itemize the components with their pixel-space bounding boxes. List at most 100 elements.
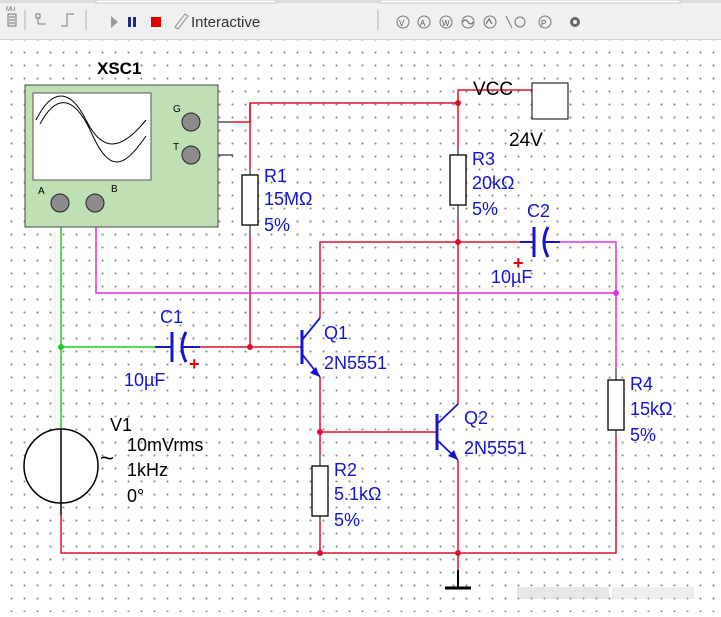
wire-c2-r4[interactable] — [560, 241, 617, 369]
run-button[interactable] — [111, 16, 118, 28]
junction-dot — [455, 100, 461, 106]
analysis-icon-w[interactable]: W — [439, 15, 453, 29]
junction-dot — [455, 550, 461, 556]
vcc-label: VCC — [473, 79, 513, 100]
resistor-r3[interactable]: R3 20kΩ 5% — [449, 148, 514, 220]
capacitor-c1[interactable]: C1 + 10µF — [124, 307, 200, 390]
transistor-q2[interactable]: Q2 2N5551 — [435, 403, 527, 461]
v1-frequency: 1kHz — [127, 460, 168, 480]
v1-phase: 0° — [127, 486, 144, 506]
multisim-window: MU Interactive V A W P XSC1 G T A B VCC … — [0, 0, 721, 612]
r3-body — [449, 154, 467, 206]
c2-value: 10µF — [491, 267, 532, 287]
q1-collector-lead — [301, 317, 321, 341]
toolbar: MU Interactive V A W P — [0, 0, 721, 40]
scope-channel-b-label: B — [111, 184, 118, 195]
resistor-r1[interactable]: R1 15MΩ 5% — [241, 166, 312, 236]
ac-source-v1[interactable]: ~ V1 10mVrms 1kHz 0° — [23, 415, 203, 515]
r2-body — [311, 465, 329, 517]
scope-channel-a-label: A — [38, 186, 45, 197]
component-tag-icon[interactable]: MU — [6, 7, 17, 27]
wand-icon — [174, 13, 189, 30]
analysis-icon-p[interactable]: P — [538, 15, 552, 29]
scope-ground-terminal[interactable] — [181, 112, 201, 132]
scope-channel-a-terminal[interactable] — [50, 193, 70, 213]
r4-value: 15kΩ — [630, 399, 672, 419]
transistor-q1[interactable]: Q1 2N5551 — [300, 317, 387, 378]
scope-ground-label: G — [173, 104, 181, 115]
wire-q1-collector[interactable] — [319, 241, 458, 318]
r1-name: R1 — [264, 166, 287, 186]
interactive-mode-button[interactable]: Interactive — [174, 13, 260, 31]
oscilloscope-screen — [32, 92, 152, 181]
r2-name: R2 — [334, 460, 357, 480]
r1-value: 15MΩ — [264, 189, 312, 209]
scope-trigger-terminal[interactable] — [181, 145, 201, 165]
r3-name: R3 — [472, 149, 495, 169]
analysis-icon-a[interactable]: A — [417, 15, 431, 29]
watermark — [517, 587, 694, 599]
r3-value: 20kΩ — [472, 173, 514, 193]
toolbar-tab-strip — [95, 0, 277, 4]
q1-name: Q1 — [324, 323, 348, 343]
analysis-icon-v[interactable]: V — [396, 15, 410, 29]
resistor-r4[interactable]: R4 15kΩ 5% — [607, 369, 672, 445]
junction-dot — [247, 344, 253, 350]
vcc-value: 24V — [509, 130, 543, 151]
pause-button[interactable] — [128, 17, 136, 27]
svg-text:W: W — [442, 19, 450, 28]
v1-sine-glyph: ~ — [100, 445, 114, 472]
c2-name: C2 — [527, 201, 550, 221]
oscilloscope-name: XSC1 — [97, 59, 141, 78]
junction-dot — [455, 239, 461, 245]
svg-text:P: P — [541, 19, 546, 28]
ground-symbol[interactable] — [445, 570, 471, 590]
capacitor-c2[interactable]: C2 + 10µF — [491, 201, 560, 287]
c1-value: 10µF — [124, 370, 165, 390]
svg-text:V: V — [399, 19, 405, 28]
analysis-icon-wave[interactable] — [461, 15, 475, 29]
r4-name: R4 — [630, 374, 653, 394]
r3-tolerance: 5% — [472, 199, 498, 219]
q1-model: 2N5551 — [324, 353, 387, 373]
scope-trigger-label: T — [173, 142, 179, 153]
r2-tolerance: 5% — [334, 510, 360, 530]
r1-tolerance: 5% — [264, 215, 290, 235]
r2-value: 5.1kΩ — [334, 484, 381, 504]
small-tag-text: MU — [6, 7, 15, 13]
vcc-symbol — [531, 82, 569, 120]
schematic: XSC1 G T A B VCC 24V R1 15MΩ 5% R3 20kΩ … — [23, 59, 694, 599]
junction-dot — [317, 550, 323, 556]
q2-collector-lead — [436, 403, 459, 425]
r4-body — [607, 379, 625, 431]
r1-body — [241, 174, 259, 226]
schematic-canvas[interactable]: XSC1 G T A B VCC 24V R1 15MΩ 5% R3 20kΩ … — [0, 40, 721, 612]
toolbar-tab-strip-2 — [379, 0, 681, 4]
instrument-icons: V A W P — [396, 15, 580, 29]
q2-model: 2N5551 — [464, 438, 527, 458]
probe-icon[interactable] — [35, 13, 46, 25]
svg-text:A: A — [420, 19, 426, 28]
mode-label: Interactive — [191, 14, 260, 31]
c1-name: C1 — [160, 307, 183, 327]
r4-tolerance: 5% — [630, 425, 656, 445]
junction-dot — [58, 344, 64, 350]
analysis-icon-scope[interactable] — [483, 15, 497, 29]
stop-icon — [151, 17, 161, 27]
toolbar-graphics: MU Interactive V A W P — [0, 0, 721, 31]
q1-emitter-arrow — [310, 367, 320, 377]
q2-name: Q2 — [464, 408, 488, 428]
scope-channel-b-terminal[interactable] — [85, 193, 105, 213]
v1-name: V1 — [110, 415, 132, 435]
step-icon[interactable] — [61, 13, 74, 27]
analysis-icon-tilt[interactable] — [505, 15, 526, 29]
junction-dot — [317, 429, 323, 435]
gear-icon[interactable] — [570, 17, 580, 27]
junction-dot — [613, 290, 619, 296]
resistor-r2[interactable]: R2 5.1kΩ 5% — [311, 455, 381, 530]
pause-icon — [128, 17, 131, 27]
stop-button[interactable] — [151, 17, 161, 27]
oscilloscope-xsc1[interactable]: XSC1 G T A B — [24, 59, 219, 228]
c1-polarity: + — [189, 354, 200, 374]
run-play-icon — [111, 16, 118, 28]
